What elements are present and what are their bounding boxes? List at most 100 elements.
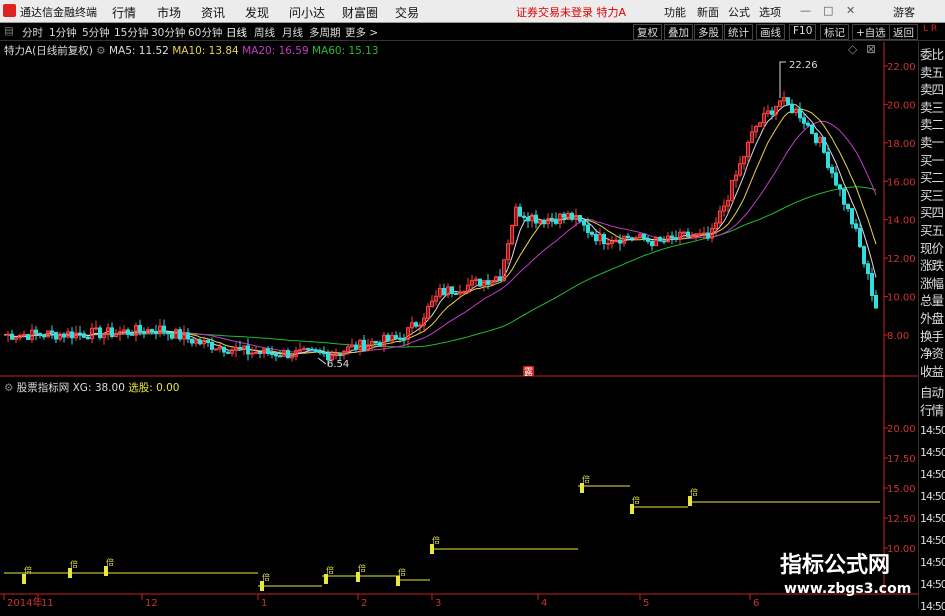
candle-body: [858, 227, 862, 248]
candle-body: [170, 333, 174, 339]
candle-body: [842, 188, 846, 205]
date-tick-label: 4: [541, 598, 547, 609]
candle-body: [534, 214, 538, 224]
candle-body: [498, 276, 502, 281]
candle-body: [138, 324, 142, 332]
signal-bar-label: 倍: [24, 565, 32, 575]
candle-body: [866, 263, 870, 275]
high-price-label: 22.26: [789, 60, 818, 71]
price-tick-label: 18.00: [887, 139, 916, 150]
candle-body: [582, 220, 586, 226]
candle-body: [662, 240, 666, 243]
tick-time: 14:50: [920, 512, 945, 525]
quote-field-label: 现价: [920, 240, 944, 256]
candle-body: [210, 341, 214, 350]
date-tick-label: 11: [41, 598, 54, 609]
candle-body: [78, 332, 82, 335]
candle-body: [590, 231, 594, 235]
quote-field-label: 卖五: [920, 64, 944, 80]
candle-body: [22, 334, 26, 337]
candle-body: [630, 237, 634, 240]
low-marker: [317, 357, 327, 365]
candle-body: [834, 172, 838, 186]
watermark-url: www.zbgs3.com: [784, 581, 912, 597]
candle-body: [26, 334, 30, 340]
candle-body: [354, 344, 358, 350]
candle-body: [518, 206, 522, 217]
candle-body: [830, 166, 834, 174]
price-tick-label: 8.00: [887, 331, 909, 342]
quote-field-label: 涨跌: [920, 258, 944, 274]
candle-body: [594, 233, 598, 242]
candle-body: [34, 329, 38, 334]
quote-field-label: 卖三: [920, 99, 944, 115]
candle-body: [570, 212, 574, 220]
candle-body: [658, 236, 662, 242]
candle-body: [126, 329, 130, 335]
candle-body: [578, 215, 582, 222]
candle-body: [650, 240, 654, 247]
candle-body: [674, 237, 678, 240]
ma5-line: [3, 103, 877, 357]
candle-body: [226, 351, 230, 354]
candle-body: [362, 339, 366, 351]
candle-body: [602, 234, 606, 244]
signal-bar: [430, 544, 434, 554]
candle-body: [606, 242, 610, 245]
quote-field-label: 净资: [920, 346, 944, 362]
low-price-label: 6.54: [327, 359, 349, 370]
auto-quote-label[interactable]: 行情: [920, 402, 944, 420]
candle-body: [270, 352, 274, 355]
quote-field-label: 买二: [920, 170, 944, 186]
auto-quote-label[interactable]: 自动: [920, 384, 944, 402]
candle-body: [810, 124, 814, 134]
candle-body: [862, 246, 866, 265]
candle-body: [130, 333, 134, 336]
signal-bar: [356, 572, 360, 582]
candle-body: [826, 151, 830, 168]
candle-body: [798, 108, 802, 119]
candle-body: [50, 330, 54, 333]
candle-body: [246, 345, 250, 355]
signal-bar-label: 倍: [70, 559, 78, 569]
signal-bar-label: 倍: [358, 563, 366, 573]
candle-body: [802, 117, 806, 124]
candle-body: [486, 280, 490, 285]
indicator-tick-label: 15.00: [887, 484, 916, 495]
candle-body: [142, 330, 146, 335]
candle-body: [686, 231, 690, 238]
signal-bar: [260, 581, 264, 591]
price-tick-label: 10.00: [887, 293, 916, 304]
price-tick-label: 16.00: [887, 177, 916, 188]
candle-body: [874, 294, 878, 309]
quote-field-label: 买五: [920, 223, 944, 238]
signal-bar-label: 倍: [106, 557, 114, 567]
candle-body: [38, 332, 42, 336]
candle-body: [814, 132, 818, 144]
price-tick-label: 22.00: [887, 62, 916, 73]
candle-body: [786, 97, 790, 105]
candle-body: [286, 350, 290, 359]
candle-body: [526, 216, 530, 222]
signal-bar: [104, 566, 108, 576]
candle-body: [110, 327, 114, 338]
candle-body: [70, 331, 74, 339]
candle-body: [10, 333, 14, 340]
candle-body: [314, 349, 318, 352]
candle-body: [198, 339, 202, 345]
candle-body: [322, 352, 326, 355]
candle-body: [394, 335, 398, 339]
candle-body: [386, 334, 390, 342]
candle-body: [702, 232, 706, 235]
signal-bar: [688, 496, 692, 506]
candle-body: [98, 327, 102, 339]
tick-time: 14:50: [920, 424, 945, 437]
candle-body: [586, 224, 590, 233]
tick-time: 14:50: [920, 468, 945, 481]
signal-bar: [22, 574, 26, 584]
kline-chart[interactable]: 22.266.54露 倍倍 倍倍倍倍倍倍倍倍倍 22.0020.0018.0016…: [0, 0, 945, 609]
candle-body: [258, 352, 262, 355]
quote-field-label: 收益: [920, 363, 944, 379]
quote-field-label: 总量: [920, 293, 944, 309]
candle-body: [770, 110, 774, 115]
